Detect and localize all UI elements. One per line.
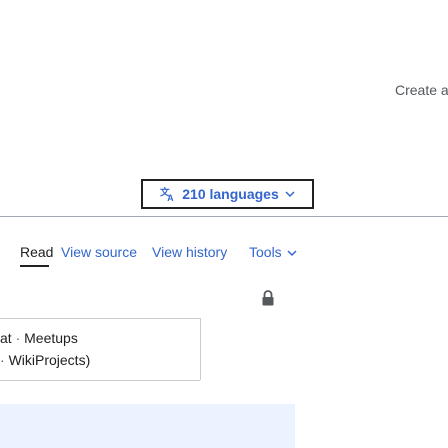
tab-view-source[interactable]: View source: [61, 244, 137, 260]
tab-view-history[interactable]: View history: [152, 244, 227, 260]
tab-tools[interactable]: Tools: [249, 244, 297, 260]
chevron-down-icon: [285, 190, 295, 198]
separator-dot: ·: [0, 352, 9, 368]
language-count-label: 210 languages: [182, 186, 279, 202]
lock-icon[interactable]: [262, 290, 274, 311]
active-tab-indicator: [20, 265, 49, 267]
sidebar-line-1-prefix: at: [0, 330, 12, 346]
chevron-down-icon: [287, 244, 297, 260]
sidebar-link-wikiprojects[interactable]: WikiProjects): [9, 352, 91, 368]
separator-dot: ·: [11, 330, 25, 346]
header-divider: [0, 216, 448, 217]
page: Create a 文 A 210 languages Read View sou…: [0, 0, 448, 448]
sidebar-divider-top: [0, 318, 200, 319]
sidebar-line-2: · WikiProjects): [0, 352, 90, 368]
sidebar-line-1: at · Meetups: [0, 330, 78, 346]
page-tabs: Read View source View history Tools: [0, 244, 448, 267]
tools-label: Tools: [249, 244, 282, 260]
svg-text:A: A: [167, 193, 174, 202]
sidebar-link-meetups[interactable]: Meetups: [24, 330, 78, 346]
language-selector-button[interactable]: 文 A 210 languages: [141, 179, 314, 209]
translate-icon: 文 A: [160, 186, 176, 202]
create-account-link[interactable]: Create a: [395, 82, 448, 98]
sidebar-divider-bottom: [0, 380, 200, 381]
notice-banner: [0, 404, 295, 448]
tab-read[interactable]: Read: [20, 244, 53, 260]
sidebar-border: [200, 318, 201, 380]
